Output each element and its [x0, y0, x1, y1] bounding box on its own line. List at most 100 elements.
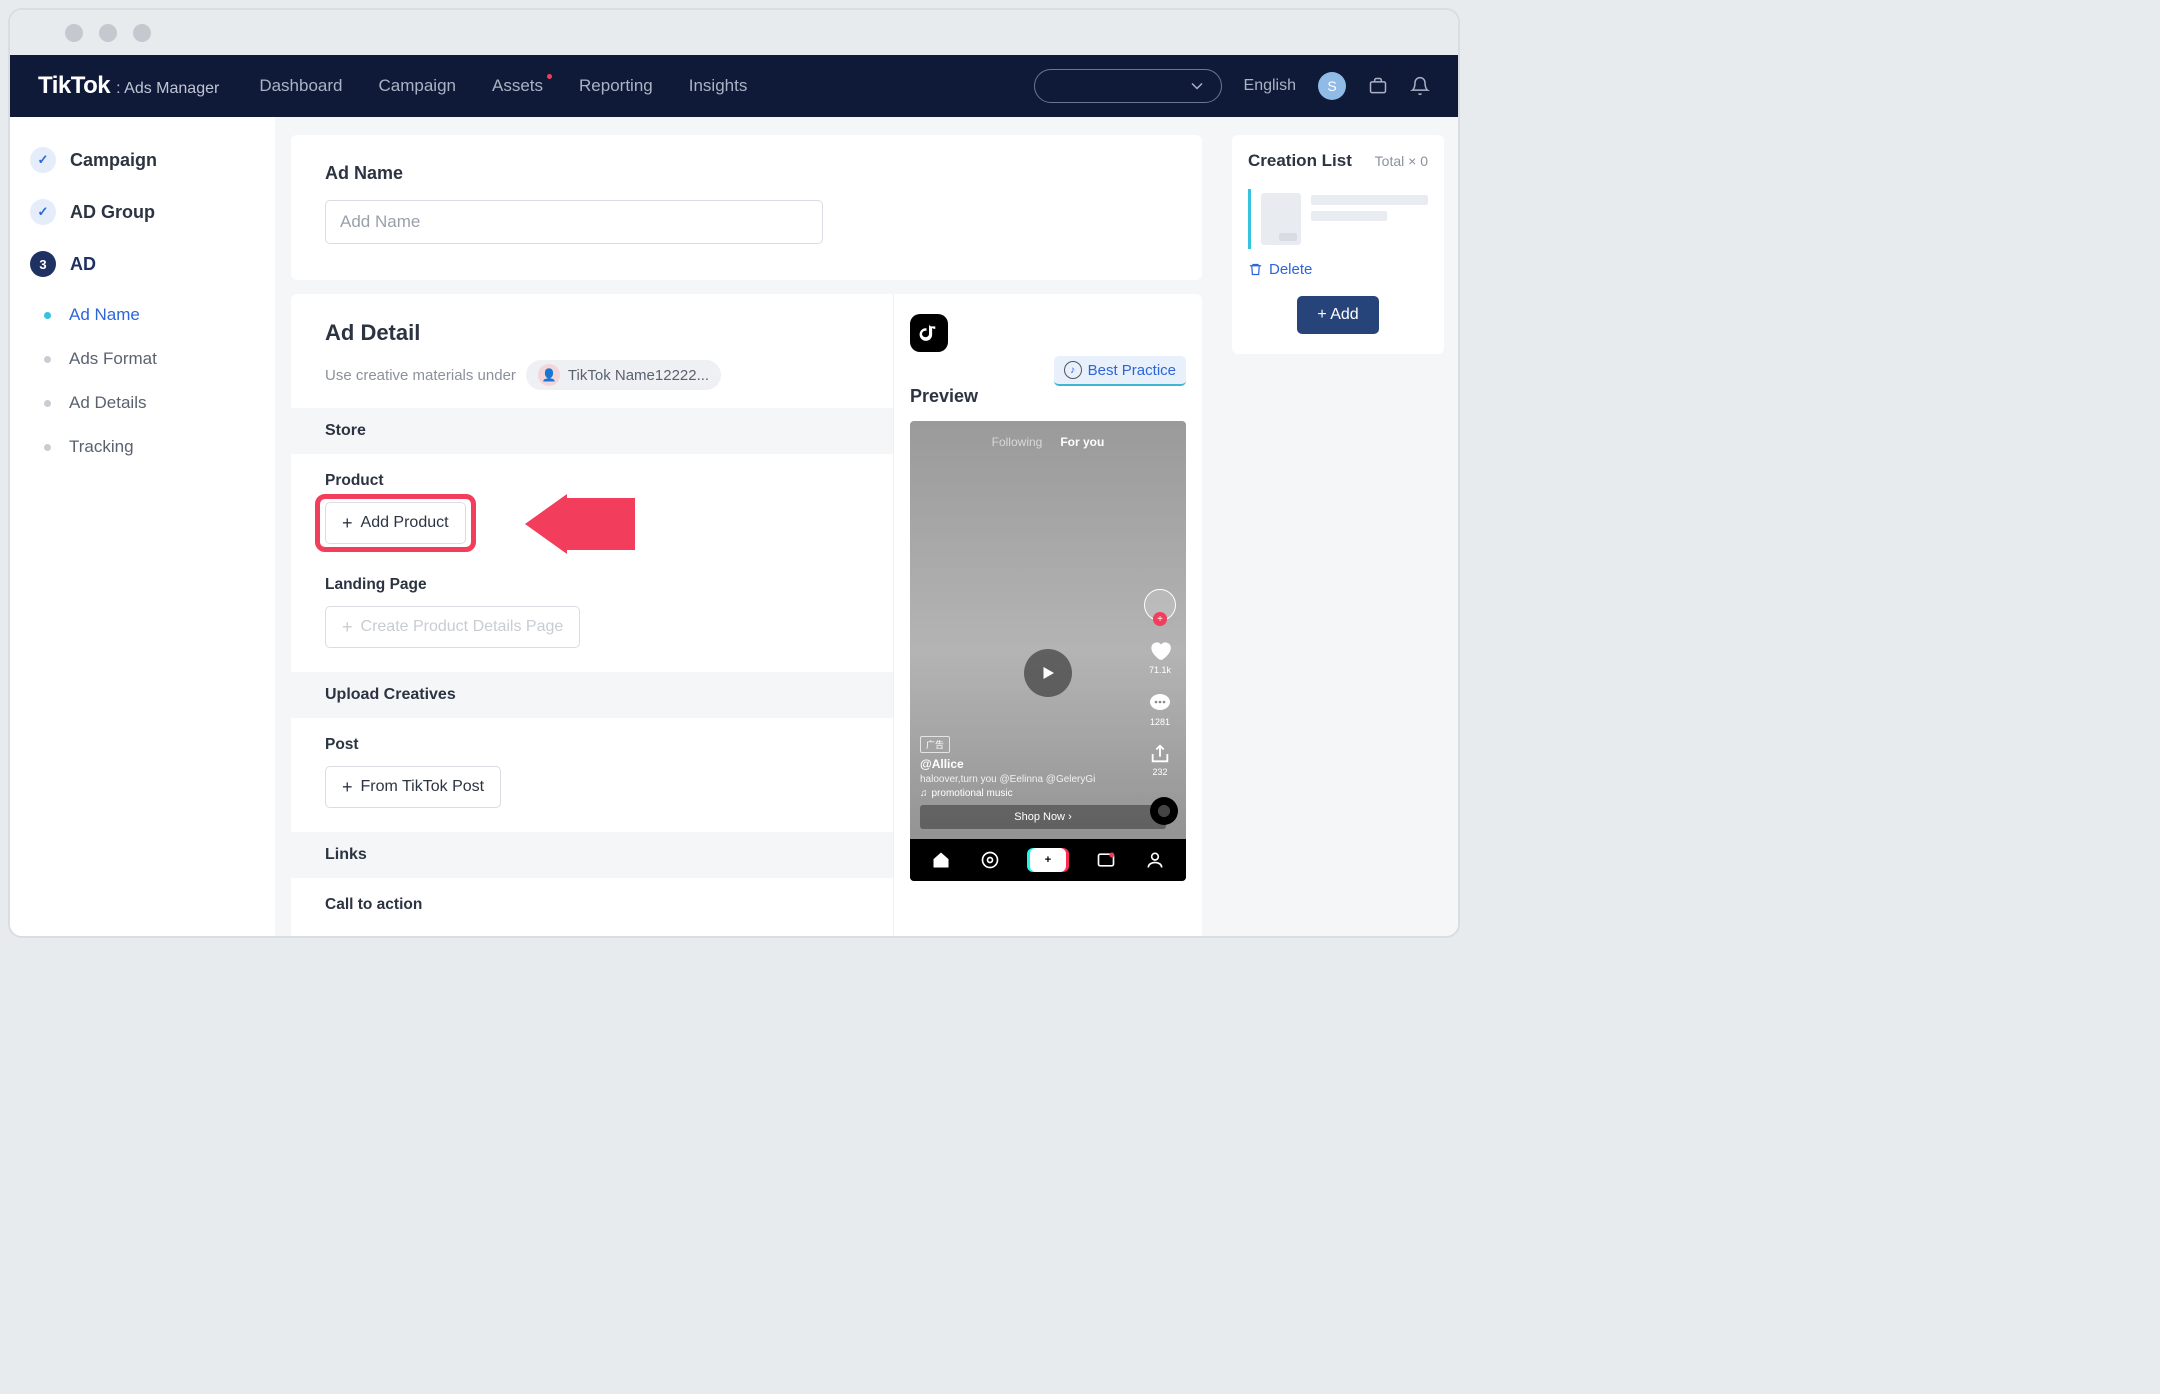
like-count: 71.1k: [1149, 665, 1171, 675]
topbar: TikTok : Ads Manager Dashboard Campaign …: [10, 55, 1458, 117]
cta-label: Call to action: [325, 896, 859, 914]
detail-card: Ad Detail Use creative materials under 👤…: [291, 294, 1202, 936]
nav-insights[interactable]: Insights: [689, 76, 748, 96]
best-practice-chip[interactable]: ♪ Best Practice: [1054, 356, 1186, 386]
follow-avatar-icon[interactable]: [1144, 589, 1176, 621]
plus-icon: +: [342, 513, 353, 534]
ad-tag: 广告: [920, 736, 950, 753]
like-icon[interactable]: 71.1k: [1147, 637, 1173, 675]
landing-label: Landing Page: [325, 576, 859, 594]
music-disc-icon: [1150, 797, 1178, 825]
adname-label: Ad Name: [325, 163, 1168, 184]
substep-label: Tracking: [69, 437, 134, 457]
user-avatar[interactable]: S: [1318, 72, 1346, 100]
nav-reporting[interactable]: Reporting: [579, 76, 653, 96]
post-label: Post: [325, 736, 859, 754]
creative-text: Use creative materials under: [325, 367, 516, 384]
substep-dot: [44, 400, 51, 407]
bell-icon[interactable]: [1410, 76, 1430, 96]
trash-icon: [1248, 262, 1263, 277]
placeholder-line: [1311, 195, 1428, 205]
browser-chrome: [10, 10, 1458, 55]
creation-list-total: Total × 0: [1375, 153, 1428, 169]
creation-list-title: Creation List: [1248, 151, 1352, 171]
preview-caption: haloover,turn you @Eelinna @GeleryGi: [920, 774, 1176, 785]
tiktok-small-icon: ♪: [1064, 361, 1082, 379]
preview-title: Preview: [910, 386, 1186, 407]
preview-music: ♫ promotional music: [920, 788, 1176, 799]
account-selector[interactable]: [1034, 69, 1222, 103]
music-note-icon: ♫: [920, 788, 928, 799]
brand-sub: : Ads Manager: [116, 80, 219, 98]
substep-addetails[interactable]: Ad Details: [24, 381, 261, 425]
account-chip[interactable]: 👤 TikTok Name12222...: [526, 360, 721, 390]
step-adgroup[interactable]: ✓ AD Group: [24, 189, 261, 235]
shop-now-button[interactable]: Shop Now ›: [920, 805, 1166, 829]
bottom-nav: +: [910, 839, 1186, 881]
section-store: Store: [291, 408, 893, 454]
nav-campaign[interactable]: Campaign: [378, 76, 456, 96]
step-label: AD Group: [70, 202, 155, 223]
step-ad[interactable]: 3 AD: [24, 241, 261, 287]
section-links: Links: [291, 832, 893, 878]
right-panel: Creation List Total × 0 Delete: [1218, 117, 1458, 936]
traffic-dot: [133, 24, 151, 42]
profile-icon[interactable]: [1145, 850, 1165, 870]
sidebar: ✓ Campaign ✓ AD Group 3 AD Ad Name Ads F…: [10, 117, 275, 936]
traffic-dot: [65, 24, 83, 42]
substep-dot: [44, 444, 51, 451]
creation-list-card: Creation List Total × 0 Delete: [1232, 135, 1444, 354]
comment-icon[interactable]: 1281: [1148, 691, 1172, 727]
add-product-button[interactable]: + Add Product: [325, 502, 466, 544]
adname-card: Ad Name: [291, 135, 1202, 280]
briefcase-icon[interactable]: [1368, 76, 1388, 96]
inbox-icon[interactable]: [1096, 850, 1116, 870]
topnav: Dashboard Campaign Assets Reporting Insi…: [259, 76, 747, 96]
brand-name: TikTok: [38, 72, 110, 100]
preview-username: @Allice: [920, 757, 1176, 771]
substep-label: Ad Details: [69, 393, 146, 413]
plus-icon: +: [1317, 306, 1330, 323]
creation-thumb: [1261, 193, 1301, 245]
from-post-button[interactable]: + From TikTok Post: [325, 766, 501, 808]
create-page-label: Create Product Details Page: [361, 618, 564, 636]
plus-icon: +: [342, 777, 353, 798]
chevron-right-icon: ›: [1068, 811, 1072, 823]
account-avatar-icon: 👤: [538, 364, 560, 386]
create-page-button: + Create Product Details Page: [325, 606, 580, 648]
substep-adname[interactable]: Ad Name: [24, 293, 261, 337]
best-practice-label: Best Practice: [1088, 362, 1176, 379]
tiktok-logo-icon: [910, 314, 948, 352]
tab-foryou: For you: [1060, 435, 1104, 449]
section-upload: Upload Creatives: [291, 672, 893, 718]
creation-item[interactable]: [1248, 189, 1428, 249]
language-label[interactable]: English: [1244, 77, 1296, 95]
adname-input[interactable]: [325, 200, 823, 244]
nav-dashboard[interactable]: Dashboard: [259, 76, 342, 96]
step-number: 3: [30, 251, 56, 277]
home-icon[interactable]: [931, 850, 951, 870]
annotation-arrow-icon: [525, 484, 635, 564]
traffic-dot: [99, 24, 117, 42]
placeholder-line: [1311, 211, 1387, 221]
add-product-label: Add Product: [361, 514, 449, 532]
add-creation-button[interactable]: + Add: [1297, 296, 1378, 334]
discover-icon[interactable]: [980, 850, 1000, 870]
detail-title: Ad Detail: [325, 320, 859, 346]
substep-tracking[interactable]: Tracking: [24, 425, 261, 469]
delete-link[interactable]: Delete: [1248, 261, 1428, 278]
nav-assets[interactable]: Assets: [492, 76, 543, 96]
substep-dot: [44, 356, 51, 363]
tab-following: Following: [992, 435, 1043, 449]
play-icon[interactable]: [1024, 649, 1072, 697]
from-post-label: From TikTok Post: [361, 778, 485, 796]
main-content: Ad Name Ad Detail Use creative materials…: [275, 117, 1218, 936]
substep-dot: [44, 312, 51, 319]
step-campaign[interactable]: ✓ Campaign: [24, 137, 261, 183]
substep-adsformat[interactable]: Ads Format: [24, 337, 261, 381]
create-icon[interactable]: +: [1030, 848, 1066, 872]
step-label: AD: [70, 254, 96, 275]
comment-count: 1281: [1150, 717, 1170, 727]
substep-label: Ads Format: [69, 349, 157, 369]
substep-label: Ad Name: [69, 305, 140, 325]
